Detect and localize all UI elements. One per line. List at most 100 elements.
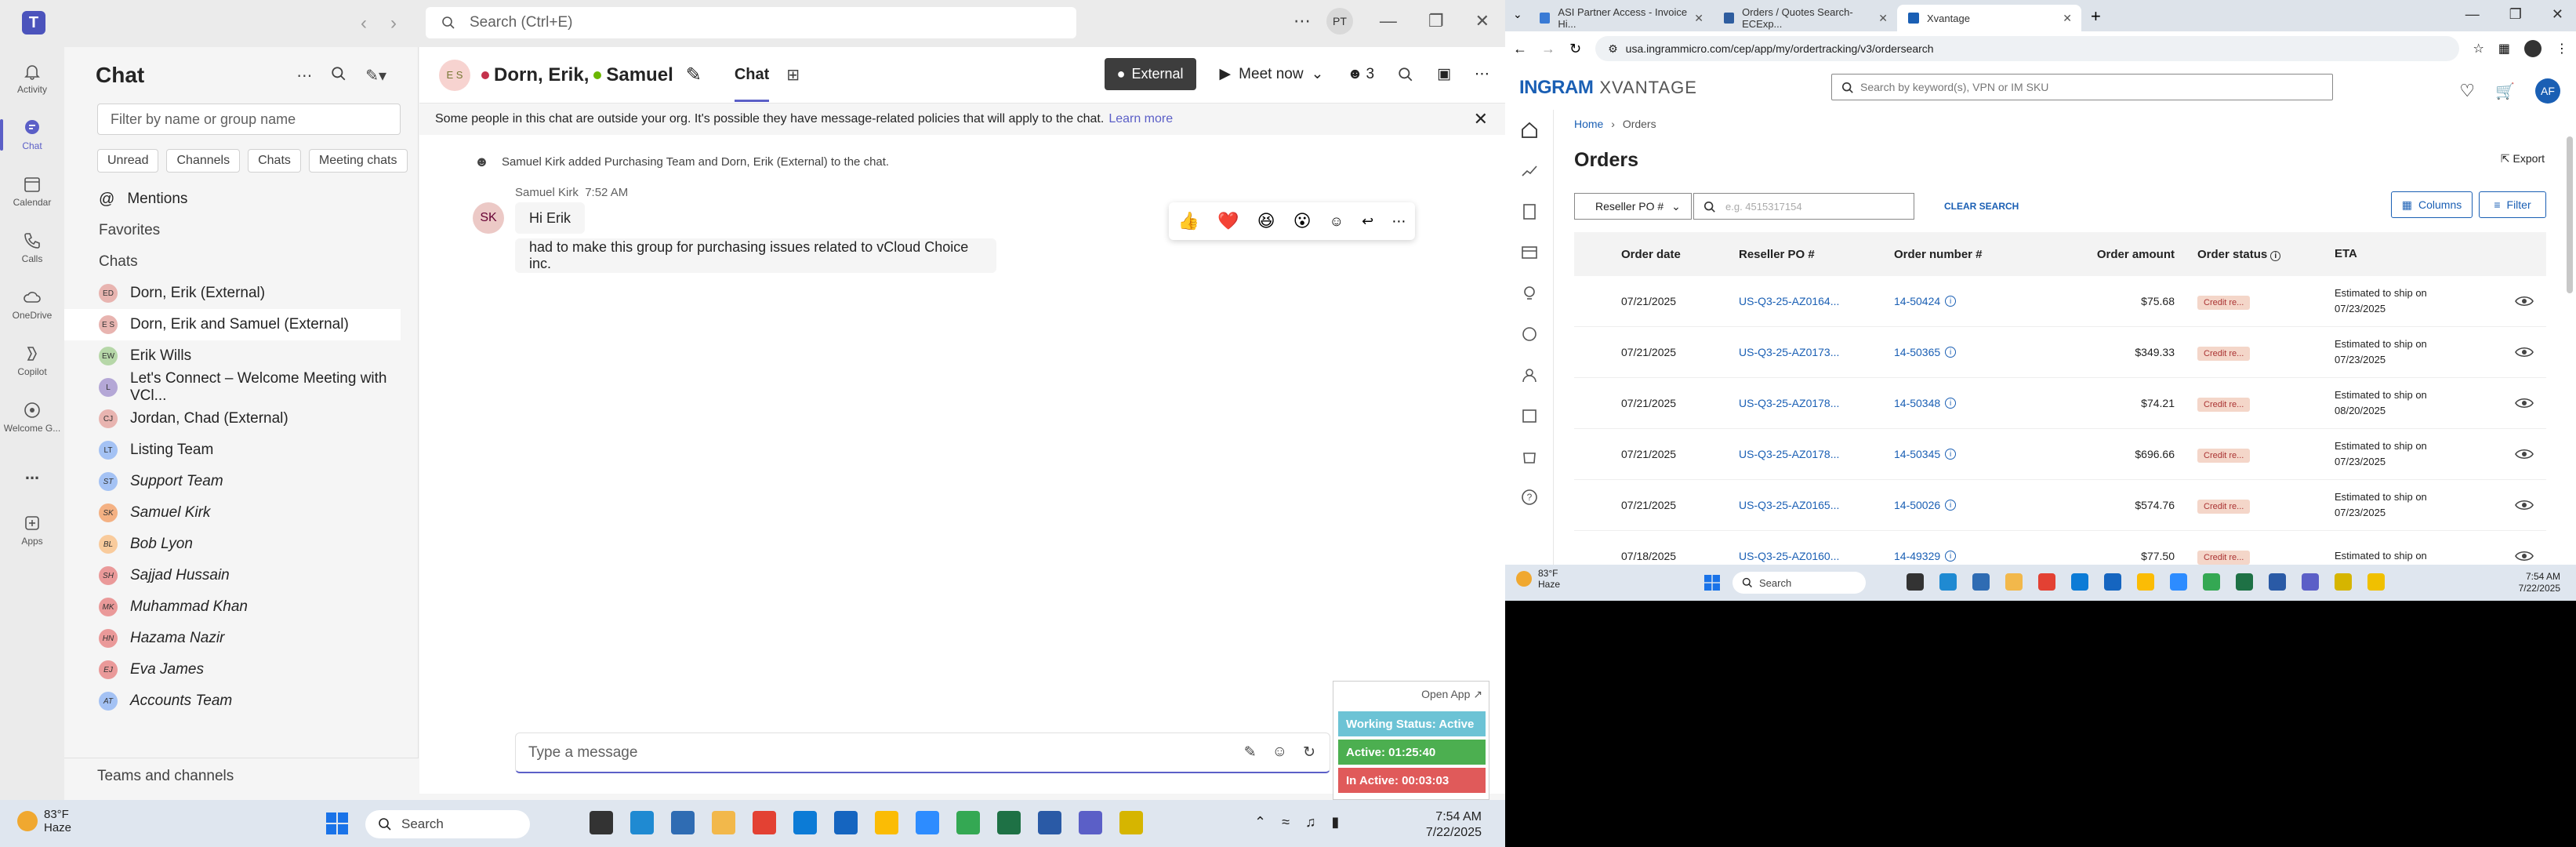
view-eye-icon[interactable] bbox=[2515, 295, 2534, 307]
extensions-icon[interactable]: ▦ bbox=[2498, 41, 2510, 56]
chat-list-item[interactable]: EJ Eva James bbox=[64, 654, 418, 685]
restore-icon[interactable]: ❐ bbox=[2509, 6, 2522, 23]
teams-and-channels[interactable]: Teams and channels bbox=[64, 758, 419, 794]
search-chat-icon[interactable] bbox=[331, 66, 346, 85]
url-input[interactable]: ⚙ usa.ingrammicro.com/cep/app/my/ordertr… bbox=[1595, 36, 2459, 61]
cart-icon[interactable]: 🛒 bbox=[2495, 82, 2515, 101]
dismiss-banner-icon[interactable]: ✕ bbox=[1474, 109, 1488, 129]
mentions-item[interactable]: @ Mentions bbox=[64, 184, 418, 215]
export-button[interactable]: ⇱ Export bbox=[2501, 152, 2545, 165]
catalog-icon[interactable] bbox=[1505, 191, 1553, 232]
minimize-icon[interactable]: — bbox=[2465, 6, 2480, 23]
tab-close-icon[interactable]: ✕ bbox=[1878, 12, 1888, 25]
col-order-date[interactable]: Order date bbox=[1621, 248, 1681, 261]
table-row[interactable]: 07/21/2025 US-Q3-25-AZ0165... 14-50026 i $57… bbox=[1574, 480, 2546, 531]
profile-icon[interactable] bbox=[2524, 40, 2542, 57]
reply-icon[interactable]: ↩ bbox=[1362, 213, 1373, 230]
tab-close-icon[interactable]: ✕ bbox=[1694, 12, 1703, 25]
chat-list-item[interactable]: ST Support Team bbox=[64, 466, 418, 497]
support-icon[interactable] bbox=[1505, 314, 1553, 354]
reseller-po-link[interactable]: US-Q3-25-AZ0165... bbox=[1739, 499, 1839, 511]
snipping-icon[interactable] bbox=[1038, 811, 1061, 834]
col-order-number[interactable]: Order number # bbox=[1894, 248, 1983, 261]
outlook-icon[interactable] bbox=[834, 811, 858, 834]
restore-icon[interactable]: ❐ bbox=[1428, 11, 1444, 31]
learn-more-link[interactable]: Learn more bbox=[1108, 112, 1173, 126]
minimize-icon[interactable]: — bbox=[1380, 11, 1397, 31]
filter-button[interactable]: ≡ Filter bbox=[2479, 191, 2546, 218]
edge-icon[interactable] bbox=[1939, 573, 1957, 591]
chat-list-item[interactable]: MK Muhammad Khan bbox=[64, 591, 418, 623]
taskbar-search[interactable]: Search bbox=[1732, 572, 1866, 594]
table-row[interactable]: 07/21/2025 US-Q3-25-AZ0173... 14-50365 i $34… bbox=[1574, 327, 2546, 378]
outlook-icon[interactable] bbox=[2104, 573, 2121, 591]
reseller-po-link[interactable]: US-Q3-25-AZ0173... bbox=[1739, 346, 1839, 358]
chip-unread[interactable]: Unread bbox=[97, 149, 159, 173]
columns-button[interactable]: ▦ Columns bbox=[2391, 191, 2473, 218]
table-row[interactable]: 07/21/2025 US-Q3-25-AZ0178... 14-50345 i $69… bbox=[1574, 429, 2546, 480]
info-icon[interactable]: i bbox=[2270, 250, 2281, 261]
schedule-icon[interactable] bbox=[1505, 395, 1553, 436]
folder-icon[interactable] bbox=[712, 811, 735, 834]
page-scrollbar[interactable] bbox=[2567, 136, 2573, 293]
snipping-icon[interactable] bbox=[2269, 573, 2286, 591]
heart-icon[interactable]: ♡ bbox=[2459, 81, 2475, 101]
message-composer[interactable]: Type a message ✎ ☺ ↻ bbox=[515, 732, 1330, 773]
back-icon[interactable]: ← bbox=[1513, 41, 1527, 57]
chat-list-item[interactable]: LT Listing Team bbox=[64, 434, 418, 466]
conversation-title[interactable]: Dorn, Erik, Samuel ✎ bbox=[481, 64, 702, 86]
info-icon[interactable]: i bbox=[1945, 398, 1957, 409]
view-eye-icon[interactable] bbox=[2515, 448, 2534, 460]
close-window-icon[interactable]: ✕ bbox=[2552, 6, 2563, 23]
taskbar-search[interactable]: Search bbox=[365, 810, 530, 838]
taskbar-clock[interactable]: 7:54 AM 7/22/2025 bbox=[2519, 571, 2560, 594]
info-icon[interactable]: i bbox=[1945, 500, 1957, 511]
more-options-icon[interactable]: ⋯ bbox=[1293, 11, 1311, 31]
participants-button[interactable]: ☻ 3 bbox=[1347, 66, 1374, 83]
edge-icon[interactable] bbox=[630, 811, 654, 834]
back-arrow-icon[interactable]: ‹ bbox=[361, 13, 367, 35]
chat-list-item[interactable]: AT Accounts Team bbox=[64, 685, 418, 717]
explorer-icon[interactable] bbox=[590, 811, 613, 834]
breadcrumb-home[interactable]: Home bbox=[1574, 118, 1603, 130]
chat-list-item[interactable]: BL Bob Lyon bbox=[64, 529, 418, 560]
edit-icon[interactable]: ✎ bbox=[686, 64, 702, 86]
info-icon[interactable]: i bbox=[1945, 296, 1957, 307]
chat-list-item[interactable]: CJ Jordan, Chad (External) bbox=[64, 403, 418, 434]
col-order-amount[interactable]: Order amount bbox=[2057, 248, 2175, 261]
tab-asi[interactable]: ASI Partner Access - Invoice Hi... ✕ bbox=[1529, 5, 1713, 31]
weather-widget[interactable]: 83°F Haze bbox=[1516, 568, 1560, 590]
ideas-icon[interactable] bbox=[1505, 273, 1553, 314]
reseller-po-link[interactable]: US-Q3-25-AZ0160... bbox=[1739, 550, 1839, 562]
chat-list-item[interactable]: HN Hazama Nazir bbox=[64, 623, 418, 654]
tab-xvantage[interactable]: Xvantage ✕ bbox=[1897, 5, 2081, 31]
reseller-po-link[interactable]: US-Q3-25-AZ0164... bbox=[1739, 295, 1839, 307]
more-icon[interactable]: ⋯ bbox=[296, 66, 312, 85]
tab-search-icon[interactable]: ⌄ bbox=[1513, 8, 1522, 21]
close-icon[interactable]: ✕ bbox=[1475, 11, 1489, 31]
edge-dev-icon[interactable] bbox=[793, 811, 817, 834]
table-row[interactable]: 07/18/2025 US-Q3-25-AZ0160... 14-49329 i $77… bbox=[1574, 531, 2546, 565]
laugh-reaction[interactable]: 😆 bbox=[1257, 211, 1275, 231]
emoji-icon[interactable]: ☺ bbox=[1272, 743, 1287, 762]
view-eye-icon[interactable] bbox=[2515, 550, 2534, 562]
favorites-section[interactable]: Favorites bbox=[64, 215, 418, 246]
po-search-input[interactable]: e.g. 4515317154 bbox=[1693, 193, 1914, 220]
tab-close-icon[interactable]: ✕ bbox=[2063, 12, 2072, 25]
like-reaction[interactable]: 👍 bbox=[1178, 211, 1199, 231]
calculator-icon[interactable] bbox=[671, 811, 695, 834]
analytics-icon[interactable] bbox=[1505, 151, 1553, 191]
folder-icon[interactable] bbox=[2005, 573, 2023, 591]
zoom-icon[interactable] bbox=[916, 811, 939, 834]
forward-arrow-icon[interactable]: › bbox=[390, 13, 397, 35]
help-icon[interactable]: ? bbox=[1505, 477, 1553, 518]
user-avatar[interactable]: PT bbox=[1326, 8, 1353, 35]
reseller-po-link[interactable]: US-Q3-25-AZ0178... bbox=[1739, 397, 1839, 409]
add-tab-icon[interactable]: ⊞ bbox=[786, 65, 800, 85]
chip-meeting-chats[interactable]: Meeting chats bbox=[308, 149, 408, 173]
search-conversation-icon[interactable] bbox=[1398, 67, 1413, 82]
rail-calls[interactable]: Calls bbox=[0, 220, 64, 276]
table-row[interactable]: 07/21/2025 US-Q3-25-AZ0178... 14-50348 i $74… bbox=[1574, 378, 2546, 429]
chat-list-item[interactable]: SH Sajjad Hussain bbox=[64, 560, 418, 591]
chrome-menu-icon[interactable]: ⋮ bbox=[2556, 41, 2568, 56]
